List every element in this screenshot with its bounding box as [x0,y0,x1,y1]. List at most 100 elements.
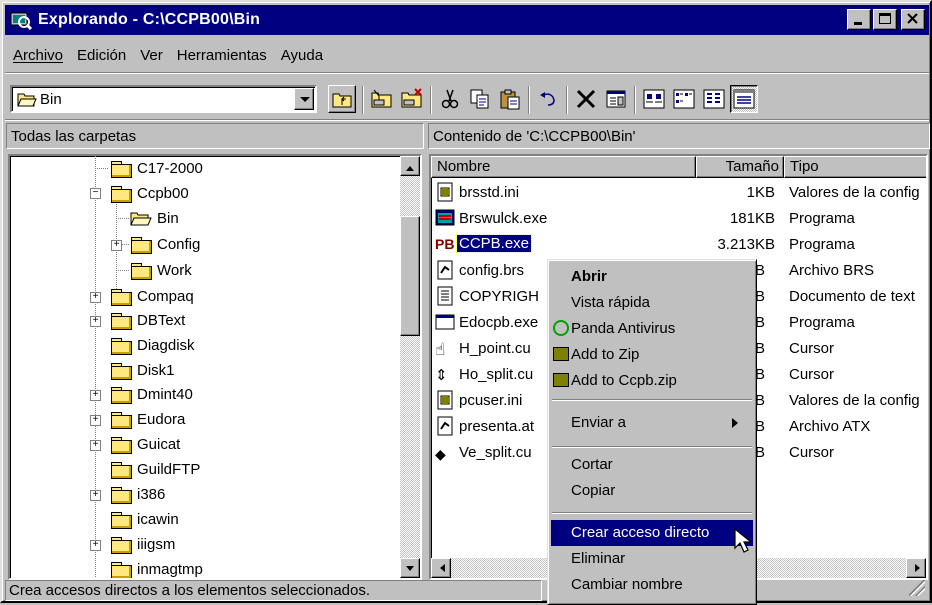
tree-vertical-scrollbar[interactable] [400,156,420,578]
scroll-down-button[interactable] [400,558,420,578]
tree-item[interactable]: Guicat [110,432,180,456]
zip-icon [553,373,569,387]
context-item-add-to-ccpb-zip[interactable]: Add to Ccpb.zip [551,368,753,394]
address-combo[interactable]: Bin [10,85,317,113]
expand-toggle[interactable]: + [90,316,101,327]
expand-toggle[interactable]: + [90,415,101,426]
column-header-size[interactable]: Tamaño [696,156,784,178]
maximize-button[interactable] [873,9,897,30]
context-item-eliminar[interactable]: Eliminar [551,546,753,572]
tree-item[interactable]: Config [130,232,200,256]
paste-button[interactable] [496,85,524,113]
disconnect-drive-icon [401,88,422,108]
menu-edicion[interactable]: Edición [70,45,133,66]
expand-toggle[interactable]: + [90,440,101,451]
tree-item[interactable]: C17-2000 [110,156,203,180]
up-folder-icon [332,93,352,108]
explorer-app-icon [10,9,33,31]
tree-item[interactable]: icawin [110,507,179,531]
resize-grip-icon[interactable] [909,580,925,596]
menu-archivo[interactable]: Archivo [6,45,70,66]
list-view-button[interactable] [700,85,728,113]
context-menu: Abrir Vista rápida Panda Antivirus Add t… [547,259,757,605]
window-title: Explorando - C:\CCPB00\Bin [38,11,261,28]
expand-toggle[interactable]: + [111,240,122,251]
folder-icon [110,386,132,404]
toolbar-separator [362,86,364,114]
toolbar-separator [566,86,568,114]
minimize-icon [854,22,862,25]
expand-toggle[interactable]: + [90,490,101,501]
minimize-button[interactable] [847,9,871,30]
mouse-pointer-icon [734,528,753,553]
text-document-icon [437,286,453,306]
scroll-right-button[interactable] [906,558,926,578]
folder-icon [130,236,152,254]
file-row-selected[interactable]: PB CCPB.exe 3.213KB Programa [435,232,926,258]
file-row[interactable]: brsstd.ini 1KB Valores de la config [435,180,926,206]
tree-item[interactable]: iiigsm [110,532,175,556]
paste-icon [500,89,520,110]
map-drive-button[interactable] [368,85,396,113]
folders-pane-header: Todas las carpetas [6,123,424,149]
submenu-arrow-icon [732,418,743,428]
expand-toggle[interactable]: + [90,540,101,551]
small-icons-button[interactable] [670,85,698,113]
open-folder-icon [17,91,37,111]
tree-item[interactable]: Work [130,258,192,282]
tree-item[interactable]: Ccpb00 [110,181,189,205]
folder-icon [110,185,132,203]
tree-item-selected[interactable]: Bin [130,206,179,230]
undo-button[interactable] [534,85,562,113]
toolbar-separator [634,86,636,114]
file-row[interactable]: Brswulck.exe 181KB Programa [435,206,926,232]
scroll-thumb[interactable] [400,216,420,336]
address-dropdown-button[interactable] [294,88,314,110]
copy-button[interactable] [466,85,494,113]
up-folder-button[interactable] [328,85,356,113]
tree-item[interactable]: Diagdisk [110,333,195,357]
tree-item[interactable]: i386 [110,482,165,506]
atx-file-icon [437,416,453,436]
context-item-abrir[interactable]: Abrir [551,264,753,290]
properties-button[interactable] [602,85,630,113]
folder-tree[interactable]: C17-2000 − Ccpb00 Bin + Config Work + Co… [8,154,422,580]
contents-pane-header: Contenido de 'C:\CCPB00\Bin' [428,123,930,149]
tree-item[interactable]: DBText [110,308,185,332]
properties-icon [606,90,626,108]
tree-item[interactable]: Dmint40 [110,382,193,406]
large-icons-button[interactable] [640,85,668,113]
tree-item[interactable]: GuildFTP [110,457,200,481]
tree-item[interactable]: Disk1 [110,358,175,382]
context-item-vista-rapida[interactable]: Vista rápida [551,290,753,316]
menu-ver[interactable]: Ver [133,45,170,66]
disconnect-drive-button[interactable] [398,85,426,113]
close-button[interactable] [901,9,925,30]
folder-icon [110,461,132,479]
context-item-copiar[interactable]: Copiar [551,478,753,504]
context-item-panda-antivirus[interactable]: Panda Antivirus [551,316,753,342]
menu-herramientas[interactable]: Herramientas [170,45,274,66]
title-bar[interactable]: Explorando - C:\CCPB00\Bin [5,5,929,35]
expand-toggle[interactable]: + [90,292,101,303]
context-item-enviar-a[interactable]: Enviar a [551,410,753,436]
expand-toggle[interactable]: + [90,390,101,401]
tree-item[interactable]: Compaq [110,284,194,308]
column-header-name[interactable]: Nombre [431,156,696,178]
scroll-up-button[interactable] [400,156,420,176]
menu-ayuda[interactable]: Ayuda [274,45,330,66]
context-item-cortar[interactable]: Cortar [551,452,753,478]
delete-button[interactable] [572,85,600,113]
cut-button[interactable] [436,85,464,113]
context-item-cambiar-nombre[interactable]: Cambiar nombre [551,572,753,598]
column-header-type[interactable]: Tipo [784,156,926,178]
folder-icon [110,362,132,380]
collapse-toggle[interactable]: − [90,188,101,199]
scroll-left-button[interactable] [431,558,451,578]
tree-item[interactable]: Eudora [110,407,185,431]
open-folder-icon [130,210,152,227]
context-item-add-to-zip[interactable]: Add to Zip [551,342,753,368]
context-item-crear-acceso-directo[interactable]: Crear acceso directo [551,520,753,546]
details-view-button[interactable] [730,85,758,113]
tree-item[interactable]: inmagtmp [110,557,203,578]
